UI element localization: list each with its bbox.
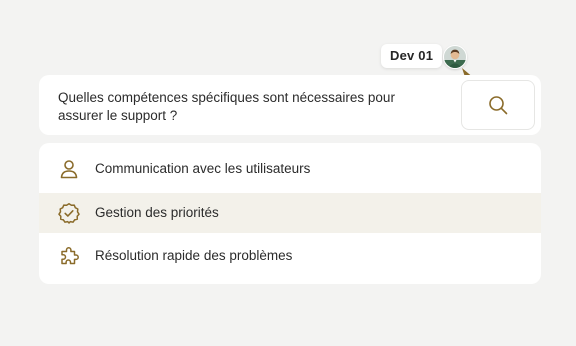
collaborator-name: Dev 01 (390, 48, 434, 63)
suggestion-label: Gestion des priorités (95, 205, 219, 220)
user-icon (60, 160, 78, 179)
suggestion-label: Communication avec les utilisateurs (95, 161, 311, 176)
question-card: Quelles compétences spécifiques sont néc… (39, 75, 541, 135)
suggestion-label: Résolution rapide des problèmes (95, 248, 293, 263)
question-text[interactable]: Quelles compétences spécifiques sont néc… (58, 89, 428, 125)
suggestions-list: Communication avec les utilisateurs Gest… (39, 143, 541, 284)
suggestion-item-resolution[interactable]: Résolution rapide des problèmes (39, 236, 541, 276)
suggestion-item-priorites[interactable]: Gestion des priorités (39, 193, 541, 233)
check-badge-icon (58, 203, 80, 224)
puzzle-icon (61, 247, 79, 265)
suggestion-item-communication[interactable]: Communication avec les utilisateurs (39, 149, 541, 189)
collaborator-name-tag: Dev 01 (381, 44, 443, 68)
search-button[interactable] (461, 80, 535, 130)
search-icon (489, 96, 508, 115)
